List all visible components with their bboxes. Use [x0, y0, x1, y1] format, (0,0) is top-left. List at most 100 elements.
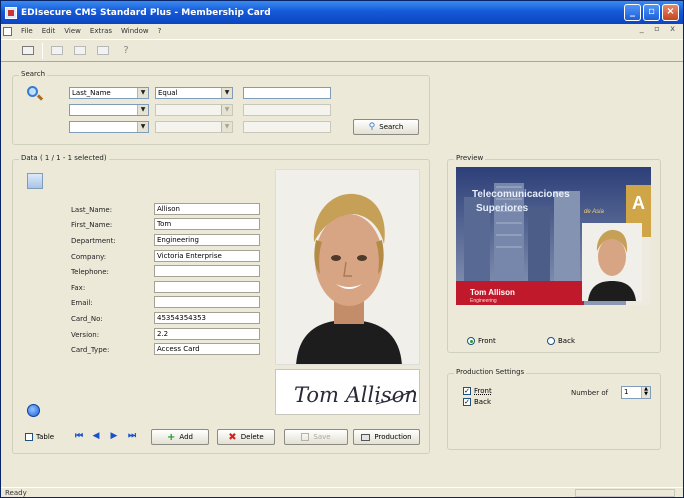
- chevron-down-icon: ▼: [221, 122, 232, 132]
- search-field-select-1[interactable]: Last_Name ▼: [69, 87, 149, 99]
- production-settings-title: Production Settings: [454, 368, 527, 376]
- refresh-icon[interactable]: [27, 404, 40, 417]
- company-field[interactable]: Victoria Enterprise: [154, 250, 260, 262]
- save-icon[interactable]: [94, 42, 112, 59]
- fax-field[interactable]: [154, 281, 260, 293]
- card-no-field[interactable]: 45354354353: [154, 312, 260, 324]
- search-magnifier-icon: [27, 86, 44, 102]
- search-button[interactable]: ⚲ Search: [353, 119, 419, 135]
- back-radio[interactable]: Back: [547, 337, 575, 345]
- search-icon: ⚲: [368, 122, 376, 132]
- card-heading-line1: Telecomunicaciones: [472, 189, 570, 200]
- status-panel: [575, 489, 675, 497]
- search-value-input-1[interactable]: [243, 87, 331, 99]
- card-layout-icon[interactable]: [19, 42, 37, 59]
- table-checkbox[interactable]: Table: [25, 433, 54, 441]
- menu-edit[interactable]: Edit: [42, 27, 56, 35]
- new-icon[interactable]: [48, 42, 66, 59]
- chevron-down-icon: ▼: [137, 88, 148, 98]
- search-field-select-2[interactable]: ▼: [69, 104, 149, 116]
- menu-file[interactable]: File: [21, 27, 33, 35]
- record-view-icon[interactable]: [27, 173, 43, 189]
- label-version: Version:: [71, 331, 100, 339]
- number-of-copies-stepper[interactable]: 1 ▲ ▼: [621, 386, 651, 399]
- search-operator-select-3[interactable]: ▼: [155, 121, 233, 133]
- window-controls: _ ▫ ×: [624, 4, 679, 21]
- print-icon[interactable]: [71, 42, 89, 59]
- production-front-label: Front: [474, 387, 492, 395]
- menu-extras[interactable]: Extras: [90, 27, 112, 35]
- add-button[interactable]: + Add: [151, 429, 209, 445]
- spin-arrows-icon[interactable]: ▲ ▼: [641, 387, 650, 398]
- menu-help[interactable]: ?: [158, 27, 162, 35]
- chevron-down-icon: ▼: [137, 122, 148, 132]
- search-operator-select-1[interactable]: Equal ▼: [155, 87, 233, 99]
- chevron-down-icon: ▼: [221, 88, 232, 98]
- first-record-icon[interactable]: ⏮: [73, 430, 85, 443]
- menu-window[interactable]: Window: [121, 27, 149, 35]
- data-group-title: Data ( 1 / 1 - 1 selected): [19, 154, 109, 162]
- close-button[interactable]: ×: [662, 4, 679, 21]
- department-field[interactable]: Engineering: [154, 234, 260, 246]
- last-name-field[interactable]: Allison: [154, 203, 260, 215]
- previous-record-icon[interactable]: ◀: [90, 430, 102, 443]
- search-field-select-3[interactable]: ▼: [69, 121, 149, 133]
- label-last-name: Last_Name:: [71, 206, 113, 214]
- last-record-icon[interactable]: ⏭: [126, 430, 138, 443]
- first-name-field[interactable]: Tom: [154, 218, 260, 230]
- card-no-value: 45354354353: [157, 314, 206, 322]
- save-button-label: Save: [313, 433, 331, 441]
- maximize-button[interactable]: ▫: [643, 4, 660, 21]
- label-company: Company:: [71, 253, 107, 261]
- search-group-title: Search: [19, 70, 48, 78]
- card-corner-letter: A: [632, 193, 645, 213]
- department-value: Engineering: [157, 236, 199, 244]
- version-field[interactable]: 2.2: [154, 328, 260, 340]
- front-radio[interactable]: Front: [467, 337, 496, 345]
- production-back-checkbox[interactable]: ✓ Back: [463, 398, 491, 406]
- delete-x-icon: ✖: [228, 431, 237, 443]
- back-radio-label: Back: [558, 337, 575, 345]
- table-checkbox-box[interactable]: [25, 433, 33, 441]
- production-front-checkbox-box[interactable]: ✓: [463, 387, 471, 395]
- card-name: Tom Allison: [470, 288, 515, 297]
- production-button[interactable]: Production: [353, 429, 420, 445]
- title-bar[interactable]: EDIsecure CMS Standard Plus - Membership…: [1, 1, 683, 24]
- front-radio-dot[interactable]: [467, 337, 475, 345]
- email-field[interactable]: [154, 296, 260, 308]
- app-window: EDIsecure CMS Standard Plus - Membership…: [0, 0, 684, 498]
- delete-button[interactable]: ✖ Delete: [217, 429, 275, 445]
- card-type-field[interactable]: Access Card: [154, 343, 260, 355]
- plus-icon: +: [167, 431, 176, 443]
- telephone-field[interactable]: [154, 265, 260, 277]
- production-button-label: Production: [374, 433, 412, 441]
- search-value-input-3[interactable]: [243, 121, 331, 133]
- back-radio-dot[interactable]: [547, 337, 555, 345]
- label-email: Email:: [71, 299, 93, 307]
- signature-drawing: Tom Allison: [294, 383, 418, 407]
- minimize-button[interactable]: _: [624, 4, 641, 21]
- save-button[interactable]: Save: [284, 429, 348, 445]
- card-type-value: Access Card: [157, 345, 200, 353]
- production-back-checkbox-box[interactable]: ✓: [463, 398, 471, 406]
- mdi-controls[interactable]: _ ▫ x: [640, 24, 679, 33]
- help-icon[interactable]: ?: [117, 42, 135, 59]
- production-front-checkbox[interactable]: ✓ Front: [463, 387, 492, 395]
- number-of-copies-value: 1: [624, 388, 629, 396]
- menu-view[interactable]: View: [64, 27, 81, 35]
- cardholder-photo[interactable]: [275, 169, 420, 365]
- label-telephone: Telephone:: [71, 268, 109, 276]
- document-icon[interactable]: [3, 26, 12, 36]
- production-printer-icon: [361, 433, 371, 441]
- search-value-input-2[interactable]: [243, 104, 331, 116]
- company-value: Victoria Enterprise: [157, 252, 222, 260]
- production-settings-group: Production Settings: [447, 368, 661, 450]
- number-of-label: Number of: [571, 389, 609, 397]
- version-value: 2.2: [157, 330, 169, 338]
- search-button-label: Search: [379, 123, 404, 131]
- window-title: EDIsecure CMS Standard Plus - Membership…: [21, 7, 271, 18]
- production-back-label: Back: [474, 398, 491, 406]
- next-record-icon[interactable]: ▶: [108, 430, 120, 443]
- search-operator-select-2[interactable]: ▼: [155, 104, 233, 116]
- card-preview: A Telecomunicaciones Superiores de Asia …: [456, 167, 651, 305]
